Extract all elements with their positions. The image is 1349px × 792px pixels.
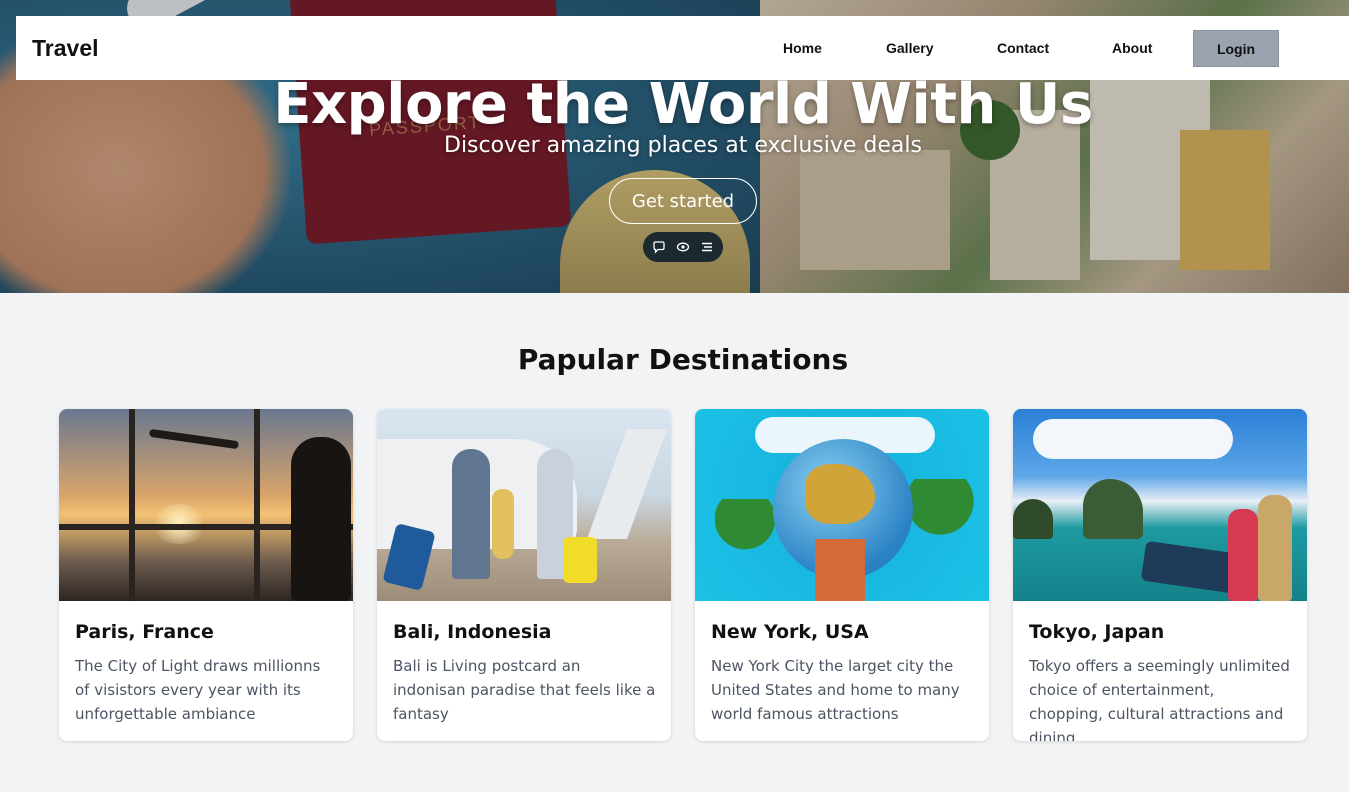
comment-icon[interactable] xyxy=(651,239,667,255)
traveler-figure xyxy=(1258,495,1292,601)
destination-description: Tokyo offers a seemingly unlimited choic… xyxy=(1029,657,1290,741)
destination-description: The City of Light draws millionns of vis… xyxy=(75,657,321,723)
airplane-silhouette xyxy=(148,428,240,450)
destination-name: Bali, Indonesia xyxy=(393,621,552,643)
list-icon[interactable] xyxy=(699,239,715,255)
destination-image xyxy=(377,409,671,601)
hero-subtitle: Discover amazing places at exclusive dea… xyxy=(444,133,922,158)
eye-icon[interactable] xyxy=(675,239,691,255)
traveler-figure xyxy=(452,449,490,579)
island-rock xyxy=(1013,499,1053,539)
get-started-button[interactable]: Get started xyxy=(609,178,757,224)
destination-description: New York City the larget city the United… xyxy=(711,657,960,723)
nav-about[interactable]: About xyxy=(1112,40,1152,56)
hero-title: Explore the World With Us xyxy=(273,72,1093,137)
destination-name: New York, USA xyxy=(711,621,869,643)
destination-description: Bali is Living postcard an indonisan par… xyxy=(393,657,656,723)
top-navbar: Travel Home Gallery Contact About Login xyxy=(16,16,1349,80)
window-frame xyxy=(254,409,260,601)
airplane-tail xyxy=(586,429,668,539)
child-figure xyxy=(492,489,514,559)
floating-toolbar xyxy=(643,232,723,262)
destination-image xyxy=(695,409,989,601)
destination-card-paris[interactable]: Paris, France The City of Light draws mi… xyxy=(59,409,353,741)
destination-image xyxy=(59,409,353,601)
palm-tree xyxy=(715,499,775,599)
destination-name: Tokyo, Japan xyxy=(1029,621,1165,643)
destination-card-new-york[interactable]: New York, USA New York City the larget c… xyxy=(695,409,989,741)
island-rock xyxy=(1083,479,1143,539)
destination-image xyxy=(1013,409,1307,601)
nav-gallery[interactable]: Gallery xyxy=(886,40,933,56)
building-illustration xyxy=(815,539,865,601)
nav-contact[interactable]: Contact xyxy=(997,40,1049,56)
nav-home[interactable]: Home xyxy=(783,40,822,56)
window-frame xyxy=(129,409,135,601)
yellow-suitcase xyxy=(563,537,597,583)
brand-logo[interactable]: Travel xyxy=(32,35,99,62)
destination-name: Paris, France xyxy=(75,621,214,643)
palm-tree xyxy=(905,479,975,589)
traveler-silhouette xyxy=(291,437,351,601)
section-title: Papular Destinations xyxy=(517,343,849,376)
destination-card-tokyo[interactable]: Tokyo, Japan Tokyo offers a seemingly un… xyxy=(1013,409,1307,741)
login-button[interactable]: Login xyxy=(1193,30,1279,67)
traveler-figure xyxy=(1228,509,1258,601)
cloud-shape xyxy=(1033,419,1233,459)
destination-card-bali[interactable]: Bali, Indonesia Bali is Living postcard … xyxy=(377,409,671,741)
